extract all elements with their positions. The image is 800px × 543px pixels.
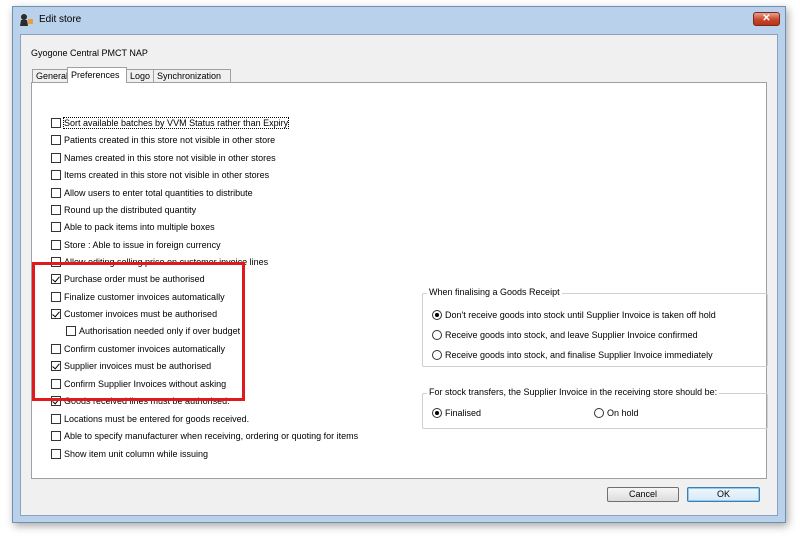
radio-selected[interactable]	[432, 408, 442, 418]
close-button[interactable]: ✕	[753, 12, 780, 26]
goods-receipt-group: When finalising a Goods Receipt Don't re…	[422, 287, 768, 367]
checkbox-label: Show item unit column while issuing	[64, 449, 209, 459]
checkbox[interactable]	[51, 292, 61, 302]
pref-checkbox-row[interactable]: Able to pack items into multiple boxes	[51, 222, 215, 232]
radio-label: Don't receive goods into stock until Sup…	[445, 310, 716, 320]
checkbox[interactable]	[51, 153, 61, 163]
pref-checkbox-row[interactable]: Patients created in this store not visib…	[51, 135, 275, 145]
pref-checkbox-row[interactable]: Supplier invoices must be authorised	[51, 361, 211, 371]
radio-option[interactable]: Finalised	[432, 408, 481, 418]
checkbox-label: Patients created in this store not visib…	[64, 135, 276, 145]
radio[interactable]	[432, 330, 442, 340]
pref-checkbox-row[interactable]: Locations must be entered for goods rece…	[51, 414, 249, 424]
pref-checkbox-row[interactable]: Confirm customer invoices automatically	[51, 344, 225, 354]
pref-checkbox-row[interactable]: Purchase order must be authorised	[51, 274, 205, 284]
checkbox-checked[interactable]	[51, 309, 61, 319]
radio-label: On hold	[607, 408, 639, 418]
checkbox-checked[interactable]	[51, 361, 61, 371]
store-name: Gyogone Central PMCT NAP	[31, 48, 148, 58]
tab-logo[interactable]: Logo	[126, 69, 154, 82]
tab-preferences[interactable]: Preferences	[67, 67, 127, 83]
dialog-client: Gyogone Central PMCT NAP General Prefere…	[20, 34, 778, 516]
title-bar[interactable]: Edit store ✕	[13, 7, 785, 33]
checkbox-label: Supplier invoices must be authorised	[64, 361, 212, 371]
checkbox[interactable]	[51, 431, 61, 441]
checkbox-label: Confirm customer invoices automatically	[64, 344, 226, 354]
checkbox[interactable]	[51, 188, 61, 198]
checkbox[interactable]	[66, 326, 76, 336]
checkbox[interactable]	[51, 240, 61, 250]
radio-option[interactable]: Receive goods into stock, and leave Supp…	[432, 330, 698, 340]
stock-transfers-group: For stock transfers, the Supplier Invoic…	[422, 387, 768, 429]
group-title: When finalising a Goods Receipt	[427, 287, 562, 297]
checkbox-label: Names created in this store not visible …	[64, 153, 276, 163]
pref-checkbox-row[interactable]: Allow users to enter total quantities to…	[51, 188, 253, 198]
checkbox[interactable]	[51, 414, 61, 424]
checkbox[interactable]	[51, 257, 61, 267]
cancel-button[interactable]: Cancel	[607, 487, 679, 502]
pref-checkbox-row[interactable]: Allow editing selling price on customer …	[51, 257, 268, 267]
pref-checkbox-row-indented[interactable]: Authorisation needed only if over budget	[66, 326, 240, 336]
preferences-panel: Sort available batches by VVM Status rat…	[31, 82, 768, 479]
checkbox[interactable]	[51, 118, 61, 128]
checkbox-label: Allow users to enter total quantities to…	[64, 188, 253, 198]
checkbox[interactable]	[51, 222, 61, 232]
checkbox[interactable]	[51, 205, 61, 215]
radio[interactable]	[594, 408, 604, 418]
edit-store-window: Edit store ✕ Gyogone Central PMCT NAP Ge…	[12, 6, 786, 523]
checkbox-label: Round up the distributed quantity	[64, 205, 197, 215]
pref-checkbox-row[interactable]: Goods received lines must be authorised.	[51, 396, 230, 406]
radio-option[interactable]: Don't receive goods into stock until Sup…	[432, 310, 716, 320]
pref-checkbox-row[interactable]: Items created in this store not visible …	[51, 170, 269, 180]
pref-checkbox-row[interactable]: Round up the distributed quantity	[51, 205, 196, 215]
checkbox-label: Able to pack items into multiple boxes	[64, 222, 215, 232]
checkbox-label: Goods received lines must be authorised.	[64, 396, 230, 406]
checkbox-label: Locations must be entered for goods rece…	[64, 414, 250, 424]
pref-checkbox-row[interactable]: Store : Able to issue in foreign currenc…	[51, 240, 221, 250]
window-title: Edit store	[39, 14, 82, 25]
checkbox-label: Store : Able to issue in foreign currenc…	[64, 240, 221, 250]
radio-label: Receive goods into stock, and leave Supp…	[445, 330, 698, 340]
group-title: For stock transfers, the Supplier Invoic…	[427, 387, 720, 397]
checkbox-label: Allow editing selling price on customer …	[64, 257, 269, 267]
checkbox[interactable]	[51, 449, 61, 459]
pref-checkbox-row[interactable]: Able to specify manufacturer when receiv…	[51, 431, 358, 441]
app-icon	[20, 14, 33, 26]
checkbox-label: Authorisation needed only if over budget	[79, 326, 241, 336]
radio-option[interactable]: On hold	[594, 408, 639, 418]
checkbox-label: Items created in this store not visible …	[64, 170, 270, 180]
tab-general[interactable]: General	[32, 69, 68, 82]
radio[interactable]	[432, 350, 442, 360]
pref-checkbox-row[interactable]: Sort available batches by VVM Status rat…	[51, 117, 290, 129]
checkbox-label: Able to specify manufacturer when receiv…	[64, 431, 359, 441]
checkbox-checked[interactable]	[51, 396, 61, 406]
pref-checkbox-row[interactable]: Show item unit column while issuing	[51, 449, 208, 459]
pref-checkbox-row[interactable]: Confirm Supplier Invoices without asking	[51, 379, 226, 389]
checkbox-label: Sort available batches by VVM Status rat…	[62, 117, 290, 129]
radio-option[interactable]: Receive goods into stock, and finalise S…	[432, 350, 713, 360]
tab-synchronization[interactable]: Synchronization	[153, 69, 231, 82]
checkbox-label: Purchase order must be authorised	[64, 274, 205, 284]
pref-checkbox-row[interactable]: Customer invoices must be authorised	[51, 309, 217, 319]
checkbox[interactable]	[51, 379, 61, 389]
pref-checkbox-row[interactable]: Names created in this store not visible …	[51, 153, 276, 163]
checkbox[interactable]	[51, 135, 61, 145]
checkbox-label: Customer invoices must be authorised	[64, 309, 218, 319]
pref-checkbox-row[interactable]: Finalize customer invoices automatically	[51, 292, 225, 302]
radio-label: Receive goods into stock, and finalise S…	[445, 350, 713, 360]
checkbox[interactable]	[51, 170, 61, 180]
checkbox-label: Confirm Supplier Invoices without asking	[64, 379, 227, 389]
checkbox-label: Finalize customer invoices automatically	[64, 292, 225, 302]
radio-selected[interactable]	[432, 310, 442, 320]
checkbox[interactable]	[51, 344, 61, 354]
close-icon: ✕	[762, 13, 771, 24]
radio-label: Finalised	[445, 408, 482, 418]
ok-button[interactable]: OK	[687, 487, 760, 502]
checkbox-checked[interactable]	[51, 274, 61, 284]
